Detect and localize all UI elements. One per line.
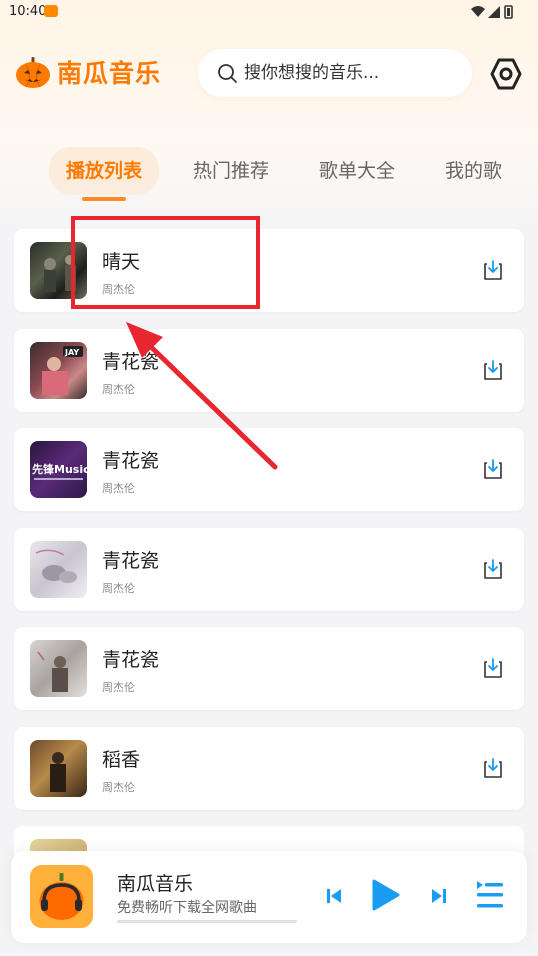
song-item[interactable]: 先锋Music 青花瓷 周杰伦 (14, 428, 524, 511)
album-cover: 先锋Music (30, 441, 87, 498)
song-item[interactable]: 青花瓷 周杰伦 (14, 627, 524, 710)
tab-label: 歌单大全 (319, 160, 396, 182)
song-title: 青花瓷 (102, 649, 160, 671)
wifi-icon (471, 6, 485, 17)
song-artist: 周杰伦 (102, 482, 135, 495)
download-icon[interactable] (482, 657, 504, 679)
mini-player[interactable]: 南瓜音乐 免费畅听下载全网歌曲 (11, 851, 527, 943)
tab-my-songs[interactable]: 我的歌 (428, 147, 519, 195)
skip-previous-icon[interactable] (324, 886, 344, 906)
playlist-icon[interactable] (476, 879, 504, 911)
tab-playlist-collection[interactable]: 歌单大全 (302, 147, 412, 195)
song-title: 青花瓷 (102, 549, 160, 572)
download-icon[interactable] (482, 558, 504, 580)
album-cover (30, 739, 87, 797)
album-cover (30, 540, 87, 598)
song-item[interactable]: JAY 青花瓷 周杰伦 (14, 328, 524, 412)
status-icons (471, 5, 513, 19)
album-cover: JAY (30, 341, 87, 399)
tab-label: 热门推荐 (193, 160, 270, 182)
pumpkin-icon (16, 57, 50, 88)
song-artist: 周杰伦 (102, 382, 135, 396)
tab-bar: 播放列表 热门推荐 歌单大全 我的歌 (0, 147, 538, 207)
status-time: 10:40 (9, 4, 47, 19)
tab-indicator (82, 197, 126, 201)
song-title: 稻香 (102, 748, 141, 771)
song-item[interactable]: 稻香 周杰伦 (14, 726, 524, 810)
skip-next-icon[interactable] (429, 886, 449, 906)
signal-icon (488, 6, 500, 18)
app-logo: 南瓜音乐 (15, 54, 161, 90)
song-artist: 周杰伦 (102, 780, 135, 794)
tab-hot-recommend[interactable]: 热门推荐 (176, 147, 286, 195)
search-bar[interactable] (198, 49, 472, 97)
song-title: 青花瓷 (102, 450, 160, 472)
search-icon (218, 64, 237, 83)
song-artist: 周杰伦 (102, 681, 135, 694)
cover-badge: JAY (64, 348, 79, 357)
progress-bar[interactable] (117, 920, 297, 923)
player-subtitle: 免费畅听下载全网歌曲 (117, 900, 257, 916)
album-cover (30, 640, 87, 697)
cover-text: 先锋Music (32, 462, 87, 476)
tab-label: 播放列表 (66, 160, 143, 182)
app-title: 南瓜音乐 (57, 59, 162, 88)
song-item[interactable]: 青花瓷 周杰伦 (14, 527, 524, 611)
download-icon[interactable] (482, 259, 504, 281)
download-icon[interactable] (482, 359, 504, 381)
download-icon[interactable] (482, 757, 504, 779)
song-title: 青花瓷 (102, 350, 160, 373)
song-list: 晴天 周杰伦 JAY 青花瓷 周杰伦 先锋Music 青花瓷 周杰伦 青花瓷 周… (14, 229, 524, 826)
notification-icon (44, 5, 58, 17)
status-bar: 10:40 (0, 0, 538, 26)
player-artwork (30, 865, 93, 928)
tab-playlist[interactable]: 播放列表 (49, 147, 160, 201)
player-title: 南瓜音乐 (117, 873, 194, 895)
gear-icon[interactable] (489, 57, 523, 91)
play-icon[interactable] (369, 878, 401, 912)
download-icon[interactable] (482, 458, 504, 480)
search-input[interactable] (242, 62, 466, 84)
annotation-highlight-box (71, 216, 260, 309)
song-artist: 周杰伦 (102, 581, 135, 595)
tab-label: 我的歌 (445, 160, 503, 182)
